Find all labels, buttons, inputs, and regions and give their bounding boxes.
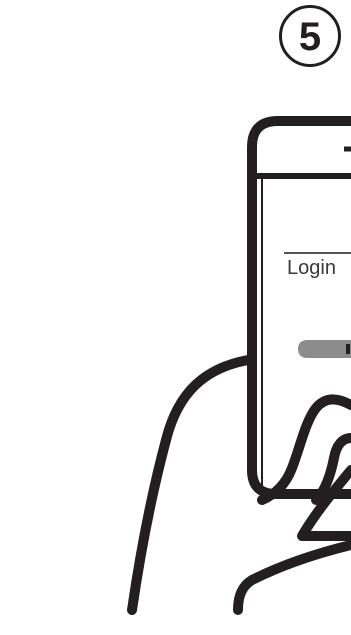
step-number: 5: [298, 15, 322, 59]
hand-left-contour: [127, 355, 253, 615]
step-number-badge: 5: [279, 5, 341, 67]
login-label: Login: [287, 257, 336, 279]
phone-in-hand-illustration: [127, 116, 351, 615]
login-button: [298, 340, 351, 358]
hand-right-contour: [233, 540, 351, 615]
